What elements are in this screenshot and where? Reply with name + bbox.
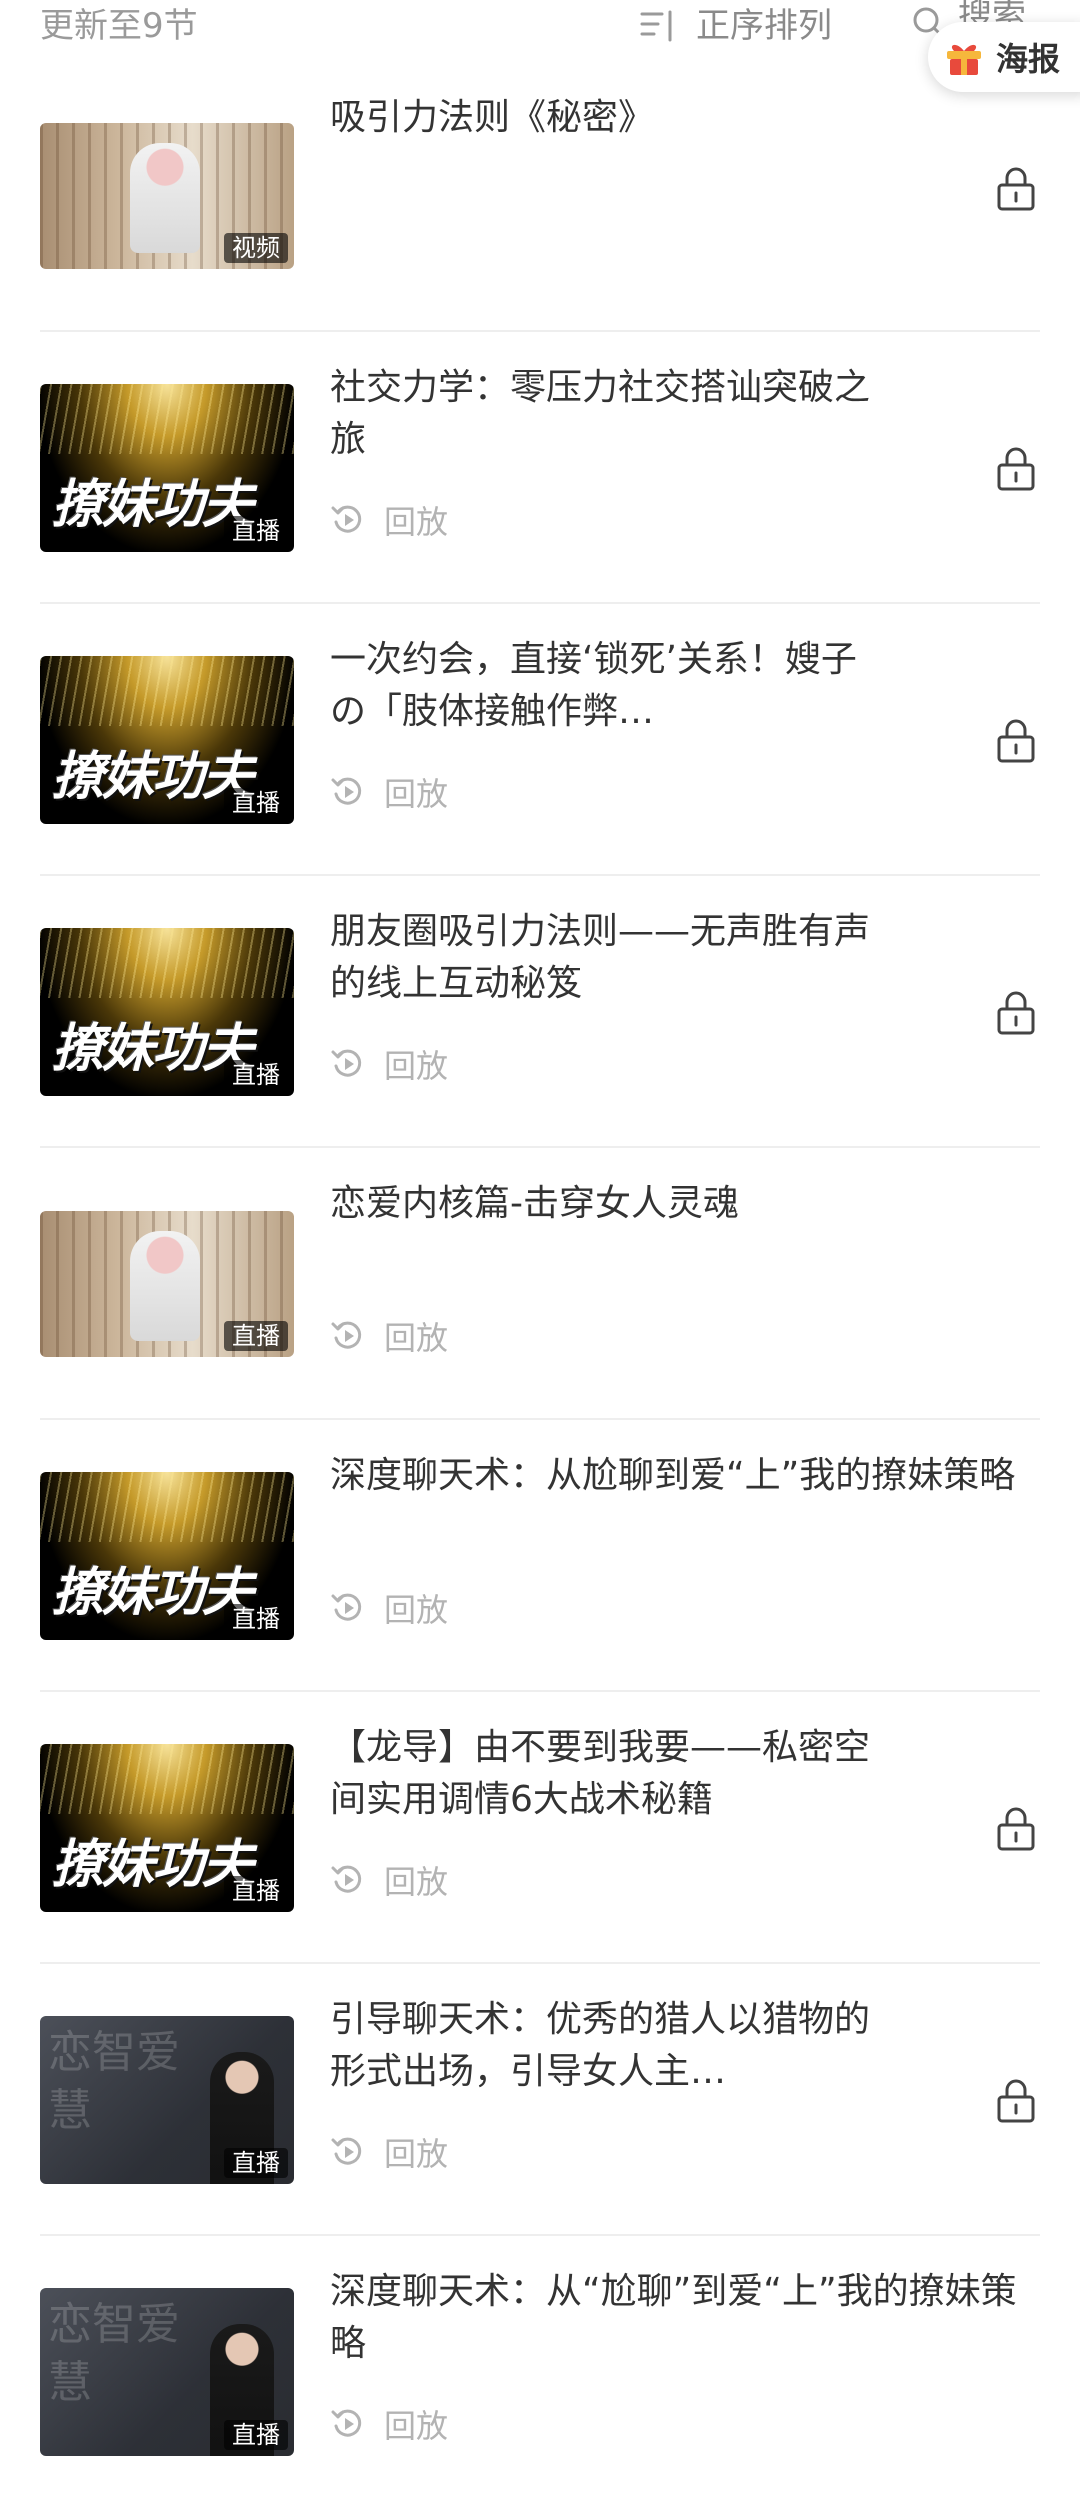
lesson-item[interactable]: 恋智爱慧 直播 深度聊天术：从“尬聊”到爱“上”我的撩妹策略 回放 xyxy=(0,2236,1080,2504)
lesson-item[interactable]: 撩妹功夫 直播 【龙导】由不要到我要——私密空间实用调情6大战术秘籍 回放 xyxy=(0,1692,1080,1964)
lesson-thumbnail[interactable]: 直播 xyxy=(40,1211,294,1357)
lock-icon xyxy=(997,719,1035,763)
lesson-item[interactable]: 视频 吸引力法则《秘密》 xyxy=(0,60,1080,332)
lesson-title[interactable]: 深度聊天术：从尬聊到爱“上”我的撩妹策略 xyxy=(330,1450,1020,1502)
replay-icon xyxy=(331,2137,362,2165)
sort-label: 正序排列 xyxy=(696,6,832,46)
replay-indicator: 回放 xyxy=(330,770,448,814)
thumbnail-calligraphy: 恋智爱慧 xyxy=(48,2027,180,2136)
lesson-thumbnail[interactable]: 撩妹功夫 直播 xyxy=(40,656,294,824)
thumbnail-logo-text: 撩妹功夫 xyxy=(52,1834,254,1895)
sort-button[interactable]: 正序排列 xyxy=(638,4,832,48)
lock-icon xyxy=(997,167,1035,211)
sort-icon xyxy=(640,10,672,42)
lesson-thumbnail[interactable]: 撩妹功夫 直播 xyxy=(40,1744,294,1912)
update-status: 更新至9节 xyxy=(40,6,198,46)
replay-label: 回放 xyxy=(384,1863,449,1901)
thumbnail-logo-text: 撩妹功夫 xyxy=(52,474,254,535)
replay-icon xyxy=(331,1865,362,1893)
media-type-badge: 直播 xyxy=(224,1876,288,1906)
lesson-thumbnail[interactable]: 撩妹功夫 直播 xyxy=(40,928,294,1096)
lesson-thumbnail[interactable]: 视频 xyxy=(40,123,294,269)
lesson-thumbnail[interactable]: 恋智爱慧直播 xyxy=(40,2288,294,2456)
lesson-title[interactable]: 朋友圈吸引力法则——无声胜有声的线上互动秘笈 xyxy=(330,906,870,1010)
replay-indicator: 回放 xyxy=(330,1586,448,1630)
replay-icon xyxy=(331,505,362,533)
replay-icon xyxy=(331,1321,362,1349)
lesson-title[interactable]: 【龙导】由不要到我要——私密空间实用调情6大战术秘籍 xyxy=(330,1722,870,1826)
replay-indicator: 回放 xyxy=(330,1314,448,1358)
lesson-thumbnail[interactable]: 撩妹功夫 直播 xyxy=(40,1472,294,1640)
lesson-item[interactable]: 撩妹功夫 直播 一次约会，直接‘锁死’关系！嫂子の「肢体接触作弊… 回放 xyxy=(0,604,1080,876)
thumbnail-logo-text: 撩妹功夫 xyxy=(52,1018,254,1079)
replay-indicator: 回放 xyxy=(330,1858,448,1902)
media-type-badge: 直播 xyxy=(224,2148,288,2178)
lock-icon xyxy=(997,2079,1035,2123)
replay-label: 回放 xyxy=(384,1047,449,1085)
lesson-title[interactable]: 恋爱内核篇-击穿女人灵魂 xyxy=(330,1178,1020,1230)
lesson-thumbnail[interactable]: 恋智爱慧直播 xyxy=(40,2016,294,2184)
replay-icon xyxy=(331,777,362,805)
media-type-badge: 视频 xyxy=(224,233,288,263)
replay-icon xyxy=(331,1593,362,1621)
media-type-badge: 直播 xyxy=(224,1604,288,1634)
lock-icon xyxy=(997,991,1035,1035)
media-type-badge: 直播 xyxy=(224,2420,288,2450)
lesson-item[interactable]: 撩妹功夫 直播 深度聊天术：从尬聊到爱“上”我的撩妹策略 回放 xyxy=(0,1420,1080,1692)
lock-icon xyxy=(997,1807,1035,1851)
replay-label: 回放 xyxy=(384,2407,449,2445)
replay-label: 回放 xyxy=(384,1591,449,1629)
thumbnail-logo-text: 撩妹功夫 xyxy=(52,1562,254,1623)
media-type-badge: 直播 xyxy=(224,788,288,818)
media-type-badge: 直播 xyxy=(224,1060,288,1090)
replay-indicator: 回放 xyxy=(330,2130,448,2174)
media-type-badge: 直播 xyxy=(224,1321,288,1351)
replay-label: 回放 xyxy=(384,2135,449,2173)
lesson-title[interactable]: 社交力学：零压力社交搭讪突破之旅 xyxy=(330,362,870,466)
media-type-badge: 直播 xyxy=(224,516,288,546)
lesson-title[interactable]: 一次约会，直接‘锁死’关系！嫂子の「肢体接触作弊… xyxy=(330,634,870,738)
lesson-item[interactable]: 直播 恋爱内核篇-击穿女人灵魂回放 xyxy=(0,1148,1080,1420)
lesson-item[interactable]: 撩妹功夫 直播 社交力学：零压力社交搭讪突破之旅 回放 xyxy=(0,332,1080,604)
lesson-item[interactable]: 恋智爱慧 直播 引导聊天术：优秀的猎人以猎物的形式出场，引导女人主… 回放 xyxy=(0,1964,1080,2236)
replay-indicator: 回放 xyxy=(330,1042,448,1086)
thumbnail-calligraphy: 恋智爱慧 xyxy=(48,2299,180,2408)
replay-indicator: 回放 xyxy=(330,498,448,542)
replay-label: 回放 xyxy=(384,503,449,541)
lesson-title[interactable]: 吸引力法则《秘密》 xyxy=(330,92,870,144)
replay-icon xyxy=(331,1049,362,1077)
lesson-title[interactable]: 引导聊天术：优秀的猎人以猎物的形式出场，引导女人主… xyxy=(330,1994,870,2098)
lesson-thumbnail[interactable]: 撩妹功夫 直播 xyxy=(40,384,294,552)
replay-label: 回放 xyxy=(384,1319,449,1357)
replay-icon xyxy=(331,2409,362,2437)
replay-label: 回放 xyxy=(384,775,449,813)
lock-icon xyxy=(997,447,1035,491)
replay-indicator: 回放 xyxy=(330,2402,448,2446)
thumbnail-logo-text: 撩妹功夫 xyxy=(52,746,254,807)
lesson-item[interactable]: 撩妹功夫 直播 朋友圈吸引力法则——无声胜有声的线上互动秘笈 回放 xyxy=(0,876,1080,1148)
lesson-title[interactable]: 深度聊天术：从“尬聊”到爱“上”我的撩妹策略 xyxy=(330,2266,1020,2370)
